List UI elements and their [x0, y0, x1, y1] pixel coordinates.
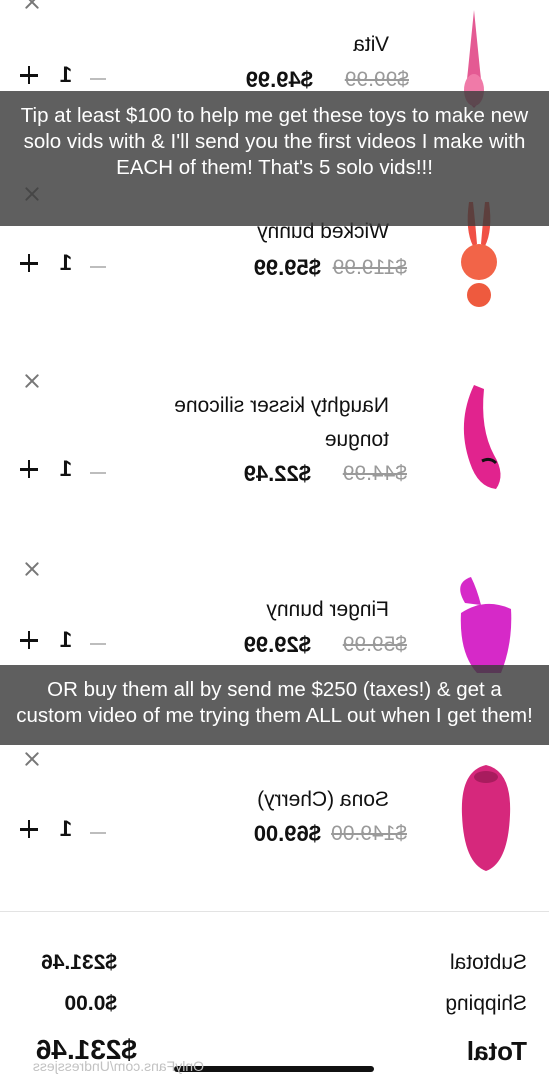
increase-qty-button[interactable] [20, 254, 38, 272]
product-image-sona [461, 765, 511, 871]
quantity-value: 1 [59, 456, 73, 481]
total-label: Total [466, 1036, 527, 1066]
quantity-value: 1 [59, 627, 73, 652]
home-indicator[interactable] [174, 1066, 374, 1072]
original-price: $119.99 [332, 256, 407, 279]
item-name-line2: tongue [324, 428, 389, 451]
original-price: $99.99 [344, 68, 409, 91]
sale-price: $22.49 [243, 461, 311, 486]
sale-price: $59.99 [253, 255, 321, 280]
increase-qty-button[interactable] [20, 631, 38, 649]
sale-price: $69.00 [253, 821, 321, 846]
decrease-qty-button[interactable] [90, 643, 106, 645]
remove-item-icon[interactable] [22, 371, 42, 391]
sale-price: $29.99 [243, 632, 311, 657]
cart-item-sona: Sona (Cherry) $149.00 $69.00 1 [0, 723, 549, 912]
subtotal-label: Subtotal [449, 951, 527, 974]
quantity-value: 1 [59, 816, 73, 841]
decrease-qty-button[interactable] [90, 78, 106, 80]
subtotal-value: $231.46 [41, 951, 117, 974]
watermark: OnlyFans.com/Undressjess [32, 1058, 204, 1074]
product-image-finger-bunny [460, 577, 512, 673]
quantity-value: 1 [59, 62, 73, 87]
increase-qty-button[interactable] [20, 460, 38, 478]
caption-bottom: OR buy them all by send me $250 (taxes!)… [0, 665, 549, 745]
original-price: $59.99 [342, 633, 407, 656]
decrease-qty-button[interactable] [90, 472, 106, 474]
item-name: Finger bunny [266, 598, 389, 621]
caption-top: Tip at least $100 to help me get these t… [0, 91, 549, 226]
decrease-qty-button[interactable] [90, 832, 106, 834]
sale-price: $49.99 [245, 67, 313, 92]
cart-item-naughty-kisser: Naughty kisser silicone tongue $44.99 $2… [0, 345, 549, 534]
shipping-label: Shipping [445, 992, 527, 1015]
remove-item-icon[interactable] [22, 0, 42, 12]
remove-item-icon[interactable] [22, 559, 42, 579]
mirrored-cart-screen: Vita $99.99 $49.99 1 Wicked bunny $119.9… [0, 0, 549, 1080]
original-price: $44.99 [342, 462, 407, 485]
increase-qty-button[interactable] [20, 820, 38, 838]
product-image-tongue [463, 385, 501, 489]
decrease-qty-button[interactable] [90, 266, 106, 268]
shipping-value: $0.00 [64, 992, 117, 1015]
quantity-value: 1 [59, 250, 73, 275]
item-name: Sona (Cherry) [257, 788, 389, 811]
original-price: $149.00 [331, 822, 407, 845]
increase-qty-button[interactable] [20, 66, 38, 84]
remove-item-icon[interactable] [22, 749, 42, 769]
item-name: Vita [353, 33, 389, 56]
item-name-line1: Naughty kisser silicone [174, 394, 389, 417]
